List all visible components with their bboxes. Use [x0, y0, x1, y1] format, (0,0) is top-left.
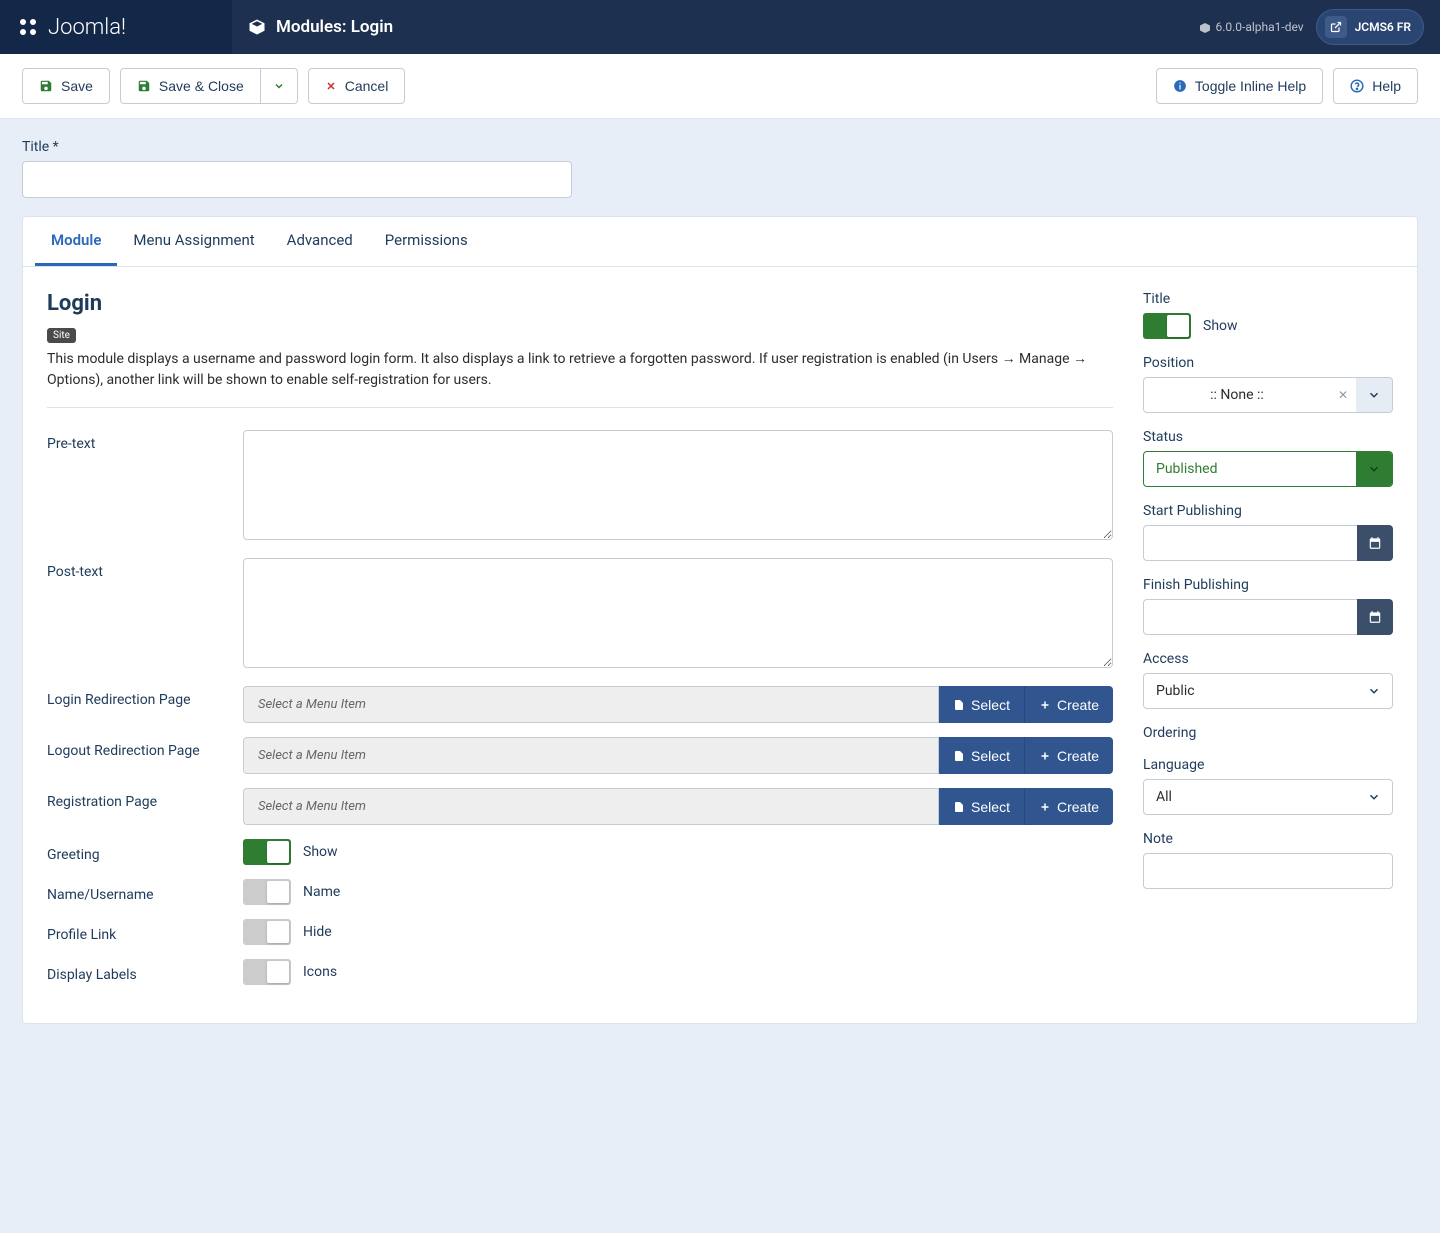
module-description: This module displays a username and pass… [47, 349, 1113, 391]
calendar-icon [1368, 610, 1382, 624]
note-label: Note [1143, 831, 1393, 847]
pretext-textarea[interactable] [243, 430, 1113, 540]
language-label: Language [1143, 757, 1393, 773]
start-publishing-label: Start Publishing [1143, 503, 1393, 519]
save-icon [137, 79, 151, 93]
toggle-help-button[interactable]: Toggle Inline Help [1156, 68, 1323, 104]
main-panel: Module Menu Assignment Advanced Permissi… [22, 216, 1418, 1024]
tab-module[interactable]: Module [35, 217, 117, 266]
display-labels-state: Icons [303, 964, 337, 980]
language-select[interactable]: All [1143, 779, 1393, 815]
greeting-toggle[interactable] [243, 839, 291, 865]
note-input[interactable] [1143, 853, 1393, 889]
save-close-button[interactable]: Save & Close [120, 68, 260, 104]
file-icon [953, 698, 965, 712]
app-header: Joomla! Modules: Login 6.0.0-alpha1-dev … [0, 0, 1440, 54]
save-close-group: Save & Close [120, 68, 298, 104]
tab-permissions[interactable]: Permissions [369, 217, 484, 266]
tabs: Module Menu Assignment Advanced Permissi… [23, 217, 1417, 267]
close-icon [325, 80, 337, 92]
info-icon [1173, 79, 1187, 93]
tab-advanced[interactable]: Advanced [271, 217, 369, 266]
logout-redirect-create-button[interactable]: Create [1024, 737, 1113, 774]
joomla-icon [16, 15, 40, 39]
registration-page-label: Registration Page [47, 788, 243, 825]
profile-link-toggle[interactable] [243, 919, 291, 945]
name-username-state: Name [303, 884, 340, 900]
greeting-state: Show [303, 844, 338, 860]
position-clear[interactable]: ✕ [1330, 378, 1356, 412]
calendar-icon [1368, 536, 1382, 550]
plus-icon [1039, 801, 1051, 813]
access-label: Access [1143, 651, 1393, 667]
start-publishing-input[interactable] [1143, 525, 1357, 561]
display-labels-label: Display Labels [47, 961, 243, 983]
chevron-down-icon [1356, 674, 1392, 708]
tab-menu-assignment[interactable]: Menu Assignment [117, 217, 270, 266]
greeting-label: Greeting [47, 841, 243, 863]
finish-publishing-calendar-button[interactable] [1357, 599, 1393, 635]
status-label: Status [1143, 429, 1393, 445]
site-badge: Site [47, 328, 76, 343]
position-select[interactable]: :: None :: ✕ [1143, 377, 1393, 413]
version-badge[interactable]: 6.0.0-alpha1-dev [1199, 20, 1303, 34]
title-input[interactable] [22, 161, 572, 198]
brand-text: Joomla! [48, 15, 126, 40]
title-label: Title * [22, 139, 1418, 155]
box-icon [248, 18, 266, 36]
registration-page-display: Select a Menu Item [243, 788, 939, 825]
side-title-state: Show [1203, 318, 1238, 334]
cancel-button[interactable]: Cancel [308, 68, 406, 104]
pretext-label: Pre-text [47, 430, 243, 544]
profile-link-label: Profile Link [47, 921, 243, 943]
page-title-text: Modules: Login [276, 17, 393, 37]
position-label: Position [1143, 355, 1393, 371]
question-icon [1350, 79, 1364, 93]
side-title-toggle[interactable] [1143, 313, 1191, 339]
user-name: JCMS6 FR [1355, 20, 1411, 34]
access-select[interactable]: Public [1143, 673, 1393, 709]
save-button[interactable]: Save [22, 68, 110, 104]
login-redirect-create-button[interactable]: Create [1024, 686, 1113, 723]
login-redirect-display: Select a Menu Item [243, 686, 939, 723]
module-heading: Login [47, 291, 1113, 316]
file-icon [953, 749, 965, 763]
ordering-label: Ordering [1143, 725, 1393, 741]
logout-redirect-label: Logout Redirection Page [47, 737, 243, 774]
save-icon [39, 79, 53, 93]
chevron-down-icon [273, 80, 285, 92]
registration-page-select-button[interactable]: Select [939, 788, 1024, 825]
toolbar: Save Save & Close Cancel Toggle Inline H… [0, 54, 1440, 119]
logout-redirect-select-button[interactable]: Select [939, 737, 1024, 774]
login-redirect-label: Login Redirection Page [47, 686, 243, 723]
logout-redirect-display: Select a Menu Item [243, 737, 939, 774]
display-labels-toggle[interactable] [243, 959, 291, 985]
registration-page-create-button[interactable]: Create [1024, 788, 1113, 825]
help-button[interactable]: Help [1333, 68, 1418, 104]
side-title-label: Title [1143, 291, 1393, 307]
status-select[interactable]: Published [1143, 451, 1393, 487]
file-icon [953, 800, 965, 814]
plus-icon [1039, 750, 1051, 762]
posttext-label: Post-text [47, 558, 243, 672]
save-dropdown-button[interactable] [260, 68, 298, 104]
title-field: Title * [22, 139, 1418, 198]
start-publishing-calendar-button[interactable] [1357, 525, 1393, 561]
plus-icon [1039, 699, 1051, 711]
external-link-icon [1325, 16, 1347, 38]
page-title: Modules: Login [232, 17, 409, 37]
user-menu[interactable]: JCMS6 FR [1316, 9, 1424, 45]
chevron-down-icon [1356, 378, 1392, 412]
chevron-down-icon [1356, 780, 1392, 814]
brand-logo[interactable]: Joomla! [0, 0, 232, 54]
chevron-down-icon [1356, 452, 1392, 486]
posttext-textarea[interactable] [243, 558, 1113, 668]
login-redirect-select-button[interactable]: Select [939, 686, 1024, 723]
name-username-toggle[interactable] [243, 879, 291, 905]
profile-link-state: Hide [303, 924, 332, 940]
name-username-label: Name/Username [47, 881, 243, 903]
finish-publishing-label: Finish Publishing [1143, 577, 1393, 593]
finish-publishing-input[interactable] [1143, 599, 1357, 635]
